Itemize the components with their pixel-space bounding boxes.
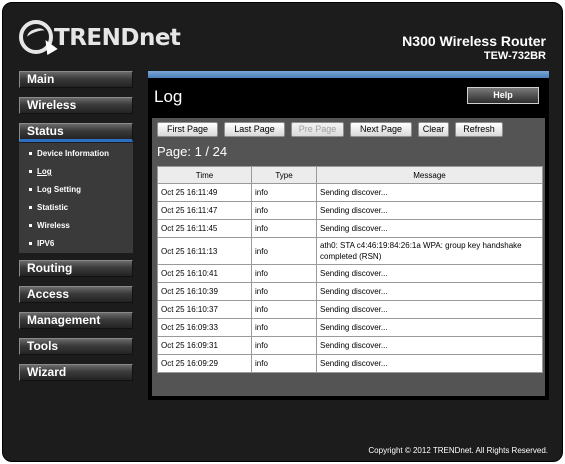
cell-type: info (251, 237, 317, 265)
logo-text: TRENDnet (54, 25, 181, 51)
cell-type: info (251, 300, 317, 319)
nav-wireless[interactable]: Wireless (19, 97, 133, 114)
cell-message: Sending discover... (316, 201, 543, 220)
table-row: Oct 25 16:10:37 info Sending discover... (157, 300, 543, 319)
cell-type: info (251, 264, 317, 283)
cell-message: Sending discover... (316, 282, 543, 301)
nav-routing[interactable]: Routing (19, 260, 133, 277)
subnav-label: IPV6 (37, 239, 55, 248)
subnav-device-information[interactable]: Device Information (29, 149, 109, 158)
main-panel: Log Help First Page Last Page Pre Page N… (148, 78, 549, 400)
table-row: Oct 25 16:11:45 info Sending discover... (157, 219, 543, 238)
subnav-log[interactable]: Log (29, 167, 52, 176)
first-page-button[interactable]: First Page (157, 122, 218, 137)
bullet-icon (29, 170, 32, 174)
subnav-label: Statistic (37, 203, 69, 212)
nav-wizard[interactable]: Wizard (19, 364, 133, 381)
bullet-icon (29, 152, 32, 156)
product-title: N300 Wireless Router (402, 33, 546, 49)
cell-time: Oct 25 16:11:47 (157, 201, 252, 220)
cell-message: Sending discover... (316, 336, 543, 355)
cell-message: Sending discover... (316, 219, 543, 238)
cell-time: Oct 25 16:11:13 (157, 237, 252, 265)
clear-button[interactable]: Clear (418, 122, 449, 137)
log-box: First Page Last Page Pre Page Next Page … (152, 118, 545, 396)
subnav-wireless[interactable]: Wireless (29, 221, 70, 230)
table-header-row: Time Type Message (157, 166, 543, 184)
pre-page-button[interactable]: Pre Page (291, 122, 344, 137)
subnav-log-setting[interactable]: Log Setting (29, 185, 81, 194)
column-header-message: Message (316, 166, 543, 184)
cell-time: Oct 25 16:10:39 (157, 282, 252, 301)
bullet-icon (29, 206, 32, 210)
trendnet-logo[interactable]: TRENDnet (17, 17, 181, 57)
bullet-icon (29, 224, 32, 228)
page-title: Log (154, 87, 183, 106)
subnav-label: Log Setting (37, 185, 81, 194)
cell-type: info (251, 336, 317, 355)
help-button[interactable]: Help (467, 87, 539, 104)
table-row: Oct 25 16:11:49 info Sending discover... (157, 183, 543, 202)
cell-message: Sending discover... (316, 300, 543, 319)
table-row: Oct 25 16:10:41 info Sending discover... (157, 264, 543, 283)
nav-access[interactable]: Access (19, 286, 133, 303)
nav-management[interactable]: Management (19, 312, 133, 329)
table-row: Oct 25 16:09:29 info Sending discover... (157, 354, 543, 373)
cell-type: info (251, 201, 317, 220)
nav-tools[interactable]: Tools (19, 338, 133, 355)
main-panel-topbar (148, 71, 549, 78)
cell-time: Oct 25 16:09:31 (157, 336, 252, 355)
product-model: TEW-732BR (483, 50, 546, 62)
table-row: Oct 25 16:11:47 info Sending discover... (157, 201, 543, 220)
cell-type: info (251, 282, 317, 301)
log-table: Time Type Message Oct 25 16:11:49 info S… (157, 166, 543, 373)
refresh-button[interactable]: Refresh (455, 122, 503, 137)
subnav-label: Log (37, 167, 52, 176)
bullet-icon (29, 242, 32, 246)
cell-message: Sending discover... (316, 264, 543, 283)
cell-message: Sending discover... (316, 318, 543, 337)
cell-type: info (251, 318, 317, 337)
cell-time: Oct 25 16:10:41 (157, 264, 252, 283)
cell-type: info (251, 183, 317, 202)
column-header-type: Type (251, 166, 317, 184)
nav-main[interactable]: Main (19, 71, 133, 88)
cell-message: Sending discover... (316, 183, 543, 202)
cell-type: info (251, 354, 317, 373)
cell-time: Oct 25 16:11:45 (157, 219, 252, 238)
status-submenu: Device Information Log Log Setting Stati… (19, 143, 133, 253)
page-indicator: Page: 1 / 24 (157, 144, 228, 159)
last-page-button[interactable]: Last Page (224, 122, 285, 137)
next-page-button[interactable]: Next Page (350, 122, 412, 137)
cell-time: Oct 25 16:09:33 (157, 318, 252, 337)
cell-message: Sending discover... (316, 354, 543, 373)
table-row: Oct 25 16:11:13 info ath0: STA c4:46:19:… (157, 237, 543, 265)
table-row: Oct 25 16:10:39 info Sending discover... (157, 282, 543, 301)
copyright-footer: Copyright © 2012 TRENDnet. All Rights Re… (368, 446, 548, 455)
table-row: Oct 25 16:09:33 info Sending discover... (157, 318, 543, 337)
router-admin-window: TRENDnet N300 Wireless Router TEW-732BR … (2, 2, 563, 462)
column-header-time: Time (157, 166, 252, 184)
subnav-label: Wireless (37, 221, 70, 230)
cell-time: Oct 25 16:10:37 (157, 300, 252, 319)
subnav-ipv6[interactable]: IPV6 (29, 239, 54, 248)
cell-time: Oct 25 16:11:49 (157, 183, 252, 202)
nav-status[interactable]: Status (19, 123, 133, 142)
subnav-label: Device Information (37, 149, 110, 158)
cell-type: info (251, 219, 317, 238)
cell-time: Oct 25 16:09:29 (157, 354, 252, 373)
bullet-icon (29, 188, 32, 192)
cell-message: ath0: STA c4:46:19:84:26:1a WPA: group k… (316, 237, 543, 265)
table-row: Oct 25 16:09:31 info Sending discover... (157, 336, 543, 355)
subnav-statistic[interactable]: Statistic (29, 203, 68, 212)
